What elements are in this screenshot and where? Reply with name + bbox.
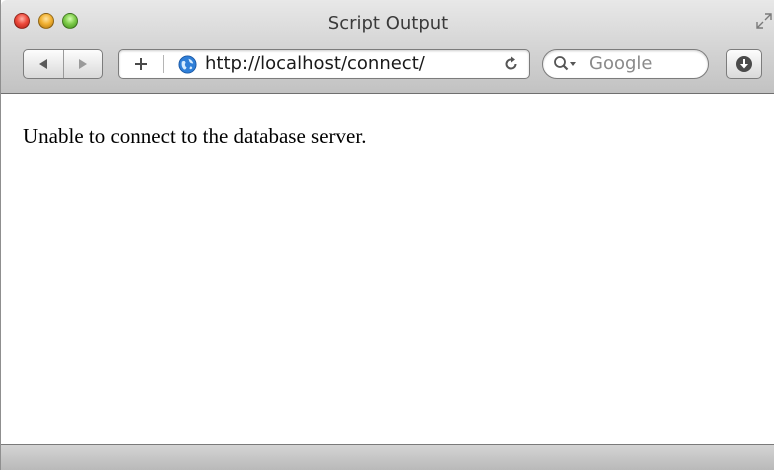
search-icon[interactable] bbox=[553, 55, 579, 73]
plus-icon bbox=[135, 58, 147, 70]
search-field[interactable]: Google bbox=[542, 49, 709, 79]
fullscreen-icon[interactable] bbox=[755, 12, 773, 30]
reload-button[interactable] bbox=[501, 54, 521, 74]
url-field[interactable]: http://localhost/connect/ bbox=[205, 53, 485, 75]
address-bar: http://localhost/connect/ bbox=[118, 49, 530, 79]
downloads-button[interactable] bbox=[726, 49, 762, 79]
download-icon bbox=[736, 56, 752, 72]
back-forward-group bbox=[23, 49, 103, 79]
back-button[interactable] bbox=[24, 50, 63, 78]
globe-icon bbox=[178, 55, 197, 74]
search-placeholder: Google bbox=[589, 53, 653, 74]
address-divider bbox=[163, 55, 164, 73]
forward-button[interactable] bbox=[62, 50, 103, 78]
window-toolbar: Script Output http://localhost/connect/ … bbox=[1, 0, 774, 94]
window-title: Script Output bbox=[327, 13, 449, 34]
error-message: Unable to connect to the database server… bbox=[23, 124, 367, 148]
back-arrow-icon bbox=[39, 59, 48, 69]
forward-arrow-icon bbox=[78, 59, 87, 69]
browser-window: Script Output http://localhost/connect/ … bbox=[0, 0, 774, 470]
status-bar bbox=[1, 444, 774, 470]
reload-icon bbox=[505, 56, 517, 70]
page-content: Unable to connect to the database server… bbox=[1, 94, 774, 444]
add-bookmark-button[interactable] bbox=[119, 50, 163, 78]
